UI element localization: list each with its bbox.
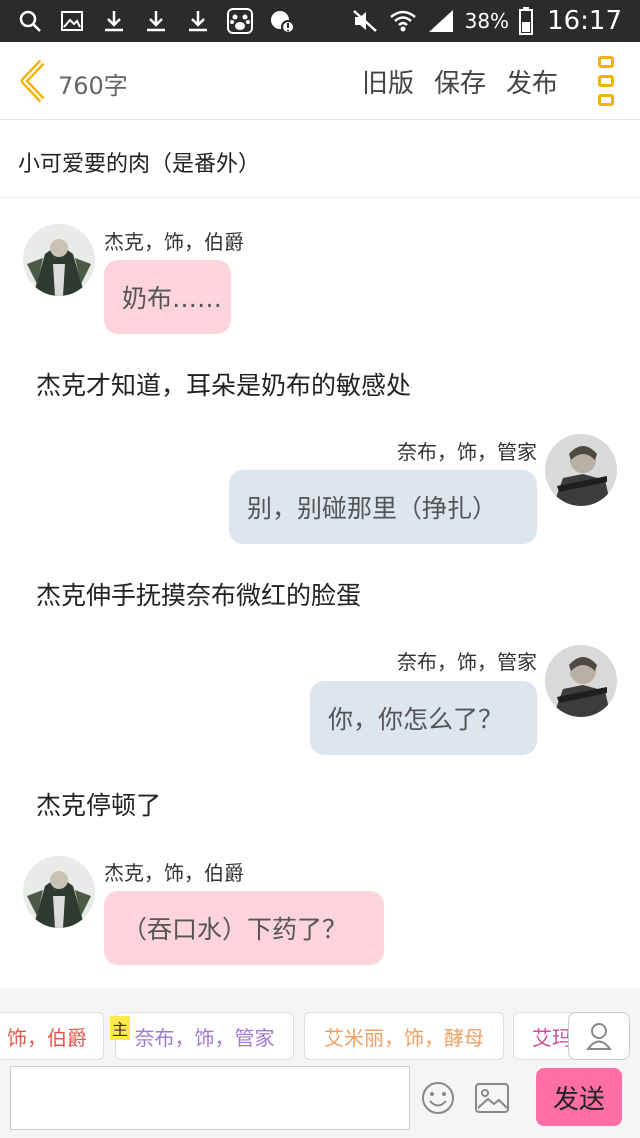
mute-icon: [351, 7, 379, 35]
character-chip-label: 奈布，饰，管家: [134, 1025, 275, 1050]
search-icon: [16, 7, 44, 35]
save-button[interactable]: 保存: [434, 63, 486, 100]
battery-icon: [519, 7, 534, 35]
battery-percent: 38%: [464, 9, 510, 33]
avatar[interactable]: [23, 856, 95, 928]
download-icon: [142, 7, 170, 35]
character-chip[interactable]: 艾米丽，饰，酵母: [304, 1012, 504, 1060]
avatar[interactable]: [23, 224, 95, 296]
character-chip-label: 艾米丽，饰，酵母: [324, 1025, 484, 1050]
word-count: 760字: [58, 72, 128, 100]
download-icon: [184, 7, 212, 35]
story-title: 小可爱要的肉（是番外）: [18, 152, 261, 177]
status-bar: 38% 16:17: [0, 0, 640, 42]
message-text: 奶布……: [122, 284, 223, 313]
publish-button[interactable]: 发布: [506, 63, 558, 100]
avatar[interactable]: [545, 645, 617, 717]
signal-icon: [427, 7, 455, 35]
narration-text[interactable]: 杰克伸手抚摸奈布微红的脸蛋: [36, 576, 361, 612]
character-selector: 饰，伯爵 奈布，饰，管家 艾米丽，饰，酵母 艾玛: [0, 988, 640, 1064]
narration-text[interactable]: 杰克才知道，耳朵是奶布的敏感处: [36, 366, 411, 402]
host-badge: 主: [110, 1016, 130, 1040]
gallery-icon: [58, 7, 86, 35]
speaker-name: 杰克，饰，伯爵: [104, 861, 244, 885]
message-text: 你，你怎么了？: [328, 705, 504, 734]
back-chevron-icon[interactable]: [16, 58, 52, 104]
image-icon[interactable]: [474, 1082, 510, 1114]
download-icon: [100, 7, 128, 35]
message-bubble[interactable]: （吞口水）下药了？: [104, 891, 384, 965]
character-chip-label: 饰，伯爵: [7, 1025, 87, 1050]
person-icon: [586, 1023, 612, 1050]
character-chip[interactable]: 奈布，饰，管家: [115, 1012, 294, 1060]
add-character-button[interactable]: [568, 1012, 630, 1060]
avatar[interactable]: [545, 434, 617, 506]
message-bubble[interactable]: 别，别碰那里（挣扎）: [229, 470, 537, 544]
emoji-icon[interactable]: [420, 1080, 456, 1116]
message-bubble[interactable]: 你，你怎么了？: [310, 681, 537, 755]
paw-app-icon: [226, 7, 254, 35]
message-bubble[interactable]: 奶布……: [104, 260, 231, 334]
clock: 16:17: [547, 6, 622, 36]
old-version-button[interactable]: 旧版: [362, 63, 414, 100]
character-chip-label: 艾玛: [532, 1025, 572, 1050]
narration-text[interactable]: 杰克停顿了: [36, 786, 161, 822]
wifi-icon: [389, 7, 417, 35]
speaker-name: 奈布，饰，管家: [397, 440, 537, 464]
message-input[interactable]: [10, 1066, 410, 1130]
send-button[interactable]: 发送: [536, 1068, 622, 1126]
speaker-name: 奈布，饰，管家: [397, 650, 537, 674]
character-chip[interactable]: 饰，伯爵: [0, 1012, 104, 1060]
alert-app-icon: [268, 7, 296, 35]
message-text: （吞口水）下药了？: [122, 915, 348, 944]
editor-toolbar: 760字 旧版 保存 发布: [0, 42, 640, 120]
input-bar: 发送: [0, 1064, 640, 1138]
story-title-row[interactable]: 小可爱要的肉（是番外）: [0, 120, 640, 198]
more-menu-icon[interactable]: [598, 56, 616, 106]
message-text: 别，别碰那里（挣扎）: [247, 494, 498, 523]
speaker-name: 杰克，饰，伯爵: [104, 230, 244, 254]
